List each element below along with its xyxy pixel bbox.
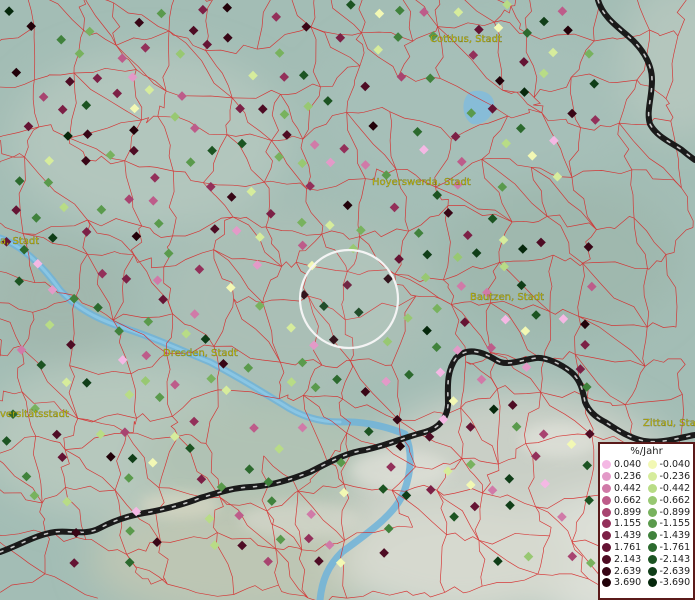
legend-positive-value: 1.155 [614,518,642,530]
legend-negative-swatch [647,495,657,505]
legend-positive-row: 0.040 [602,459,648,471]
legend-negative-value: -1.439 [659,530,691,542]
city-label-hoyerswerda: Hoyerswerda, Stadt [372,177,471,188]
legend-positive-row: 0.236 [602,471,648,483]
legend-positive-column: 0.040 0.236 0.442 0.662 0.899 1.155 1.439 1.761… [602,459,648,589]
legend-negative-swatch [647,519,657,529]
legend-positive-swatch [602,578,611,588]
legend-positive-row: 1.155 [602,518,648,530]
legend-negative-row: -1.155 [647,518,694,530]
legend-negative-value: -0.040 [659,459,691,471]
map-view[interactable]: Cottbus, Stadt Hoyerswerda, Stadt a, Sta… [0,0,695,600]
legend-positive-row: 0.442 [602,483,648,495]
map-canvas[interactable]: Cottbus, Stadt Hoyerswerda, Stadt a, Sta… [0,0,695,600]
selection-circle[interactable] [298,248,400,350]
legend-negative-swatch [647,472,657,482]
legend-negative-value: -0.442 [659,482,691,494]
legend-negative-value: -3.690 [659,577,691,589]
legend-positive-row: 3.690 [602,577,648,589]
legend-negative-row: -0.442 [647,482,694,495]
legend-positive-swatch [602,460,611,470]
legend: %/Jahr 0.040 0.236 0.442 0.662 0.899 1.155 1.4… [598,442,695,600]
legend-positive-row: 1.439 [602,530,648,542]
legend-positive-value: 0.899 [614,506,642,518]
legend-positive-swatch [602,519,611,529]
legend-negative-value: -2.143 [659,553,691,565]
legend-positive-swatch [602,495,611,505]
city-label-bautzen: Bautzen, Stadt [470,292,544,303]
legend-positive-value: 3.690 [614,577,642,589]
legend-negative-swatch [647,531,657,541]
legend-negative-value: -1.761 [659,541,691,553]
legend-negative-row: -0.236 [647,471,694,483]
city-label-dresden: Dresden, Stadt [163,348,238,359]
legend-negative-value: -1.155 [659,518,691,530]
legend-positive-value: 0.236 [614,471,642,483]
legend-positive-row: 0.662 [602,494,648,506]
legend-negative-row: -0.899 [647,506,694,518]
city-label-cottbus: Cottbus, Stadt [430,34,502,45]
legend-negative-row: -3.690 [647,577,694,589]
legend-negative-value: -2.639 [659,565,691,577]
legend-positive-swatch [602,542,611,552]
legend-positive-swatch [602,472,611,482]
legend-negative-row: -0.040 [647,459,694,471]
legend-negative-row: -1.761 [647,541,694,554]
legend-positive-row: 0.899 [602,506,648,518]
legend-negative-swatch [647,483,657,493]
legend-positive-value: 0.442 [614,482,642,494]
legend-positive-value: 2.143 [614,553,642,565]
legend-negative-swatch [647,554,657,564]
legend-positive-swatch [602,507,611,517]
legend-title: %/Jahr [630,446,663,457]
legend-negative-swatch [647,460,657,470]
legend-negative-value: -0.662 [659,494,691,506]
legend-negative-row: -2.639 [647,565,694,577]
legend-negative-column: -0.040 -0.236 -0.442 -0.662 -0.899 -1.155 -1.4… [647,459,694,589]
legend-positive-swatch [602,554,611,564]
legend-positive-value: 0.040 [614,459,642,471]
legend-positive-value: 1.761 [614,541,642,553]
legend-negative-swatch [647,542,657,552]
legend-positive-row: 2.639 [602,565,648,577]
legend-negative-row: -2.143 [647,553,694,565]
legend-negative-swatch [647,566,657,576]
legend-positive-row: 1.761 [602,542,648,554]
legend-negative-row: -0.662 [647,494,694,506]
legend-positive-row: 2.143 [602,553,648,565]
legend-positive-swatch [602,531,611,541]
city-label-freiberg-partial: versitätsstadt [0,409,69,420]
legend-negative-value: -0.236 [659,471,691,483]
legend-positive-value: 2.639 [614,565,642,577]
legend-negative-row: -1.439 [647,530,694,542]
city-label-meissen-partial: a, Stadt [0,236,39,247]
legend-positive-swatch [602,566,611,576]
city-label-zittau: Zittau, Stadt [643,418,695,429]
legend-negative-value: -0.899 [659,506,691,518]
legend-negative-swatch [647,507,657,517]
legend-positive-value: 1.439 [614,530,642,542]
legend-positive-swatch [602,483,611,493]
legend-negative-swatch [647,578,657,588]
legend-positive-value: 0.662 [614,494,642,506]
